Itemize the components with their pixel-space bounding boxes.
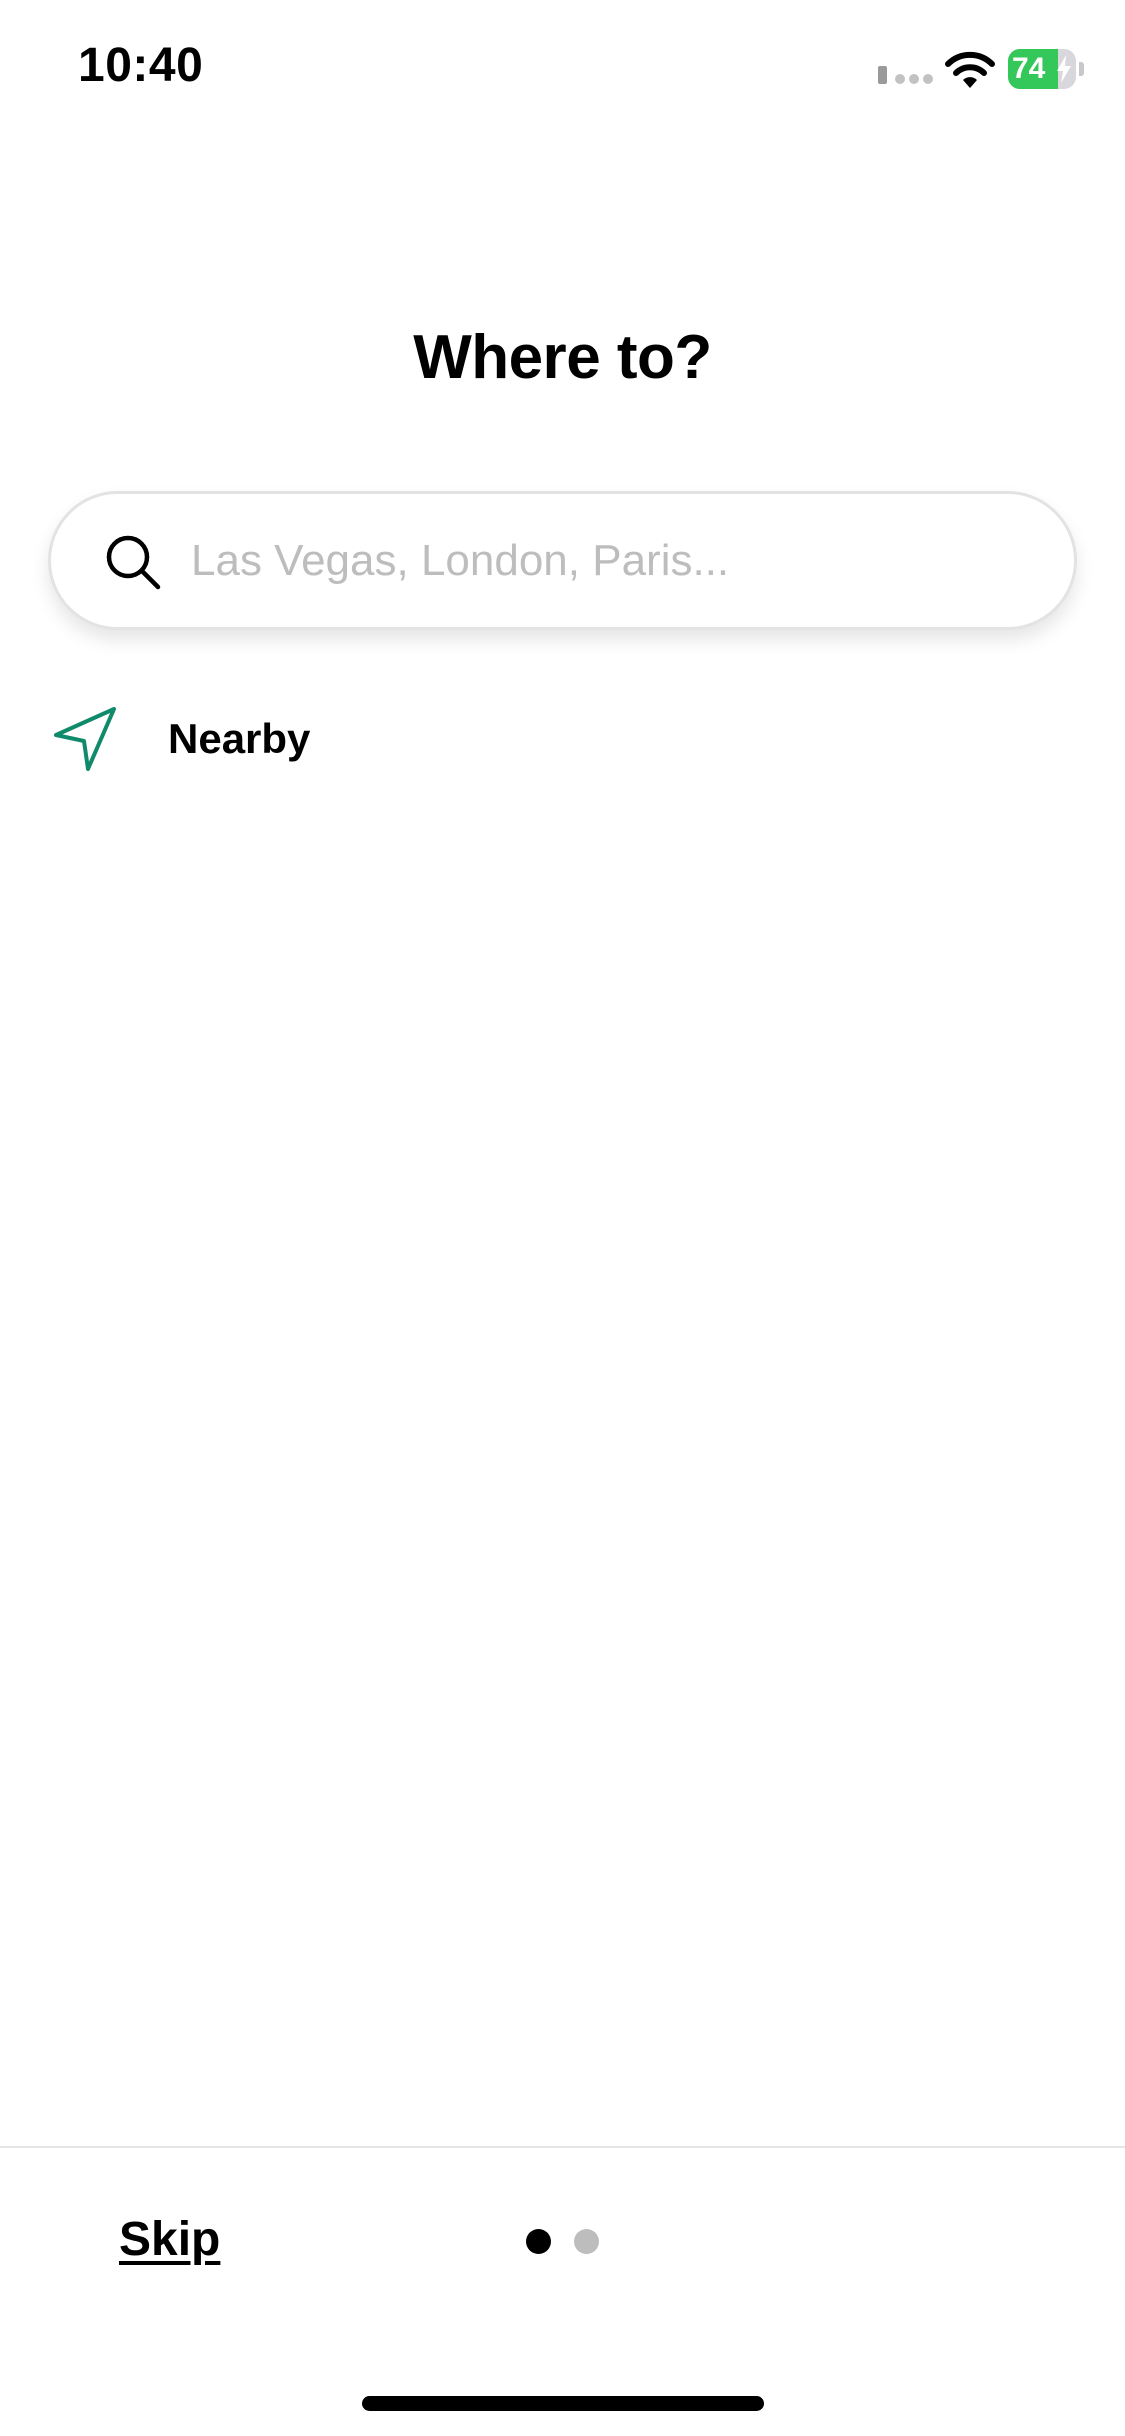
status-time: 10:40 [78,39,204,92]
skip-button[interactable]: Skip [119,2212,220,2267]
status-bar: 10:40 74 [0,0,1125,130]
page-dot-1-active[interactable] [526,2229,551,2254]
battery-cap [1079,62,1084,76]
screen: 10:40 74 Where to? Las Vegas, London, Pa… [0,0,1125,2436]
location-arrow-icon [54,707,116,771]
suggestion-nearby[interactable]: Nearby [48,700,1077,778]
search-bar[interactable] [48,491,1077,630]
page-dot-2[interactable] [574,2229,599,2254]
search-input[interactable] [191,494,1051,627]
battery-icon: 74 [1008,49,1084,89]
charging-bolt-icon [1057,55,1071,83]
wifi-icon [945,51,995,88]
battery-body: 74 [1008,49,1076,89]
suggestion-label: Nearby [168,715,311,762]
signal-icon [878,66,933,84]
battery-level: 74 [1012,52,1046,85]
footer-divider [0,2146,1125,2148]
page-title: Where to? [413,323,712,392]
search-icon [106,535,161,590]
page-indicator[interactable] [526,2229,600,2255]
home-indicator[interactable] [362,2396,764,2411]
